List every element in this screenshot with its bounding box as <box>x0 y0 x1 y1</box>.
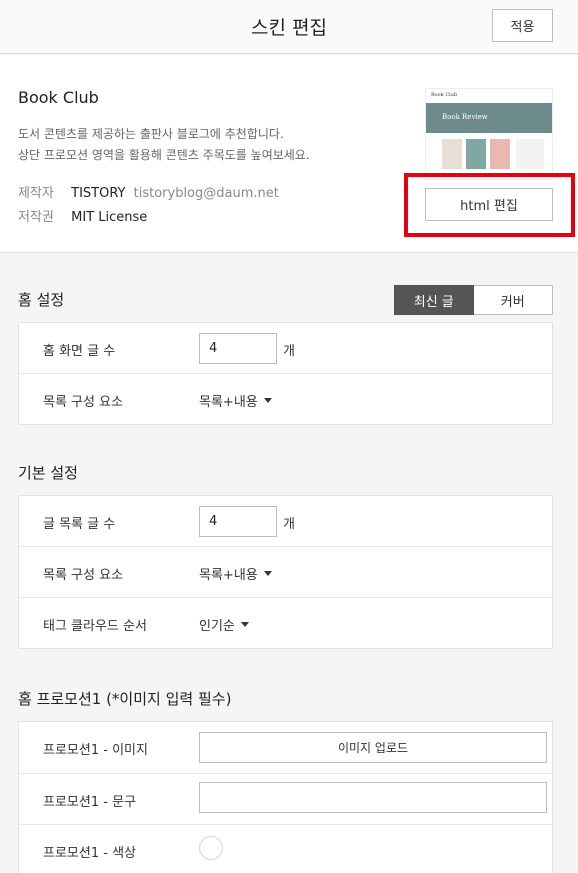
setting-row: 글 목록 글 수 4 개 <box>19 496 552 547</box>
thumbnail-sidebar <box>516 139 544 169</box>
setting-label: 홈 화면 글 수 <box>43 344 116 359</box>
thumbnail-topbar: Book Club <box>426 89 552 103</box>
select-value: 인기순 <box>199 619 235 634</box>
setting-row: 홈 화면 글 수 4 개 <box>19 323 552 374</box>
license-value: MIT License <box>71 210 148 225</box>
thumbnail-card <box>490 139 510 169</box>
html-edit-button[interactable]: html 편집 <box>425 188 553 221</box>
apply-button[interactable]: 적용 <box>492 9 553 42</box>
setting-label: 프로모션1 - 이미지 <box>43 743 148 758</box>
setting-row: 태그 클라우드 순서 인기순 <box>19 598 552 649</box>
promotion-text-input[interactable] <box>199 782 547 813</box>
skin-description: 도서 콘텐츠를 제공하는 출판사 블로그에 추천합니다. 상단 프로모션 영역을… <box>18 124 310 166</box>
setting-label: 목록 구성 요소 <box>43 395 124 410</box>
caret-down-icon <box>263 398 272 403</box>
list-post-count-input[interactable]: 4 <box>199 506 277 537</box>
author-row: 제작자 TISTORY tistoryblog@daum.net <box>18 182 279 201</box>
home-settings-panel: 홈 화면 글 수 4 개 목록 구성 요소 목록+내용 <box>18 322 553 425</box>
unit-label: 개 <box>283 344 295 359</box>
tab-latest-posts[interactable]: 최신 글 <box>394 285 474 315</box>
setting-label: 프로모션1 - 문구 <box>43 795 136 810</box>
color-picker[interactable] <box>199 836 223 860</box>
unit-label: 개 <box>283 517 295 532</box>
setting-label: 태그 클라우드 순서 <box>43 619 147 634</box>
home-settings-title: 홈 설정 <box>18 291 65 309</box>
list-component-select[interactable]: 목록+내용 <box>199 391 272 410</box>
list-component-select[interactable]: 목록+내용 <box>199 564 272 583</box>
skin-name: Book Club <box>18 88 99 107</box>
thumbnail-card <box>466 139 486 169</box>
license-label: 저작권 <box>18 210 54 225</box>
setting-row: 프로모션1 - 문구 <box>19 774 552 825</box>
select-value: 목록+내용 <box>199 568 258 583</box>
setting-label: 목록 구성 요소 <box>43 568 124 583</box>
thumbnail-hero-text: Book Review <box>442 113 488 121</box>
select-value: 목록+내용 <box>199 395 258 410</box>
tag-cloud-order-select[interactable]: 인기순 <box>199 615 249 634</box>
caret-down-icon <box>240 622 249 627</box>
thumbnail-card <box>442 139 462 169</box>
skin-description-line-1: 도서 콘텐츠를 제공하는 출판사 블로그에 추천합니다. <box>18 127 284 141</box>
author-email: tistoryblog@daum.net <box>133 186 279 201</box>
setting-label: 프로모션1 - 색상 <box>43 846 136 861</box>
setting-label: 글 목록 글 수 <box>43 517 116 532</box>
basic-settings-panel: 글 목록 글 수 4 개 목록 구성 요소 목록+내용 태그 클라우드 순서 인… <box>18 495 553 649</box>
skin-info-panel: Book Club 도서 콘텐츠를 제공하는 출판사 블로그에 추천합니다. 상… <box>0 55 578 253</box>
license-row: 저작권 MIT License <box>18 206 147 225</box>
setting-row: 프로모션1 - 이미지 이미지 업로드 <box>19 722 552 774</box>
tab-cover[interactable]: 커버 <box>473 285 553 315</box>
promotion-title: 홈 프로모션1 (*이미지 입력 필수) <box>18 690 232 708</box>
skin-thumbnail: Book Club Book Review <box>425 88 553 180</box>
author-name: TISTORY <box>71 186 126 201</box>
promotion-panel: 프로모션1 - 이미지 이미지 업로드 프로모션1 - 문구 프로모션1 - 색… <box>18 721 553 873</box>
setting-row: 목록 구성 요소 목록+내용 <box>19 374 552 425</box>
thumbnail-hero: Book Review <box>426 103 552 133</box>
home-post-count-input[interactable]: 4 <box>199 333 277 364</box>
setting-row: 목록 구성 요소 목록+내용 <box>19 547 552 598</box>
basic-settings-title: 기본 설정 <box>18 464 78 482</box>
home-mode-toggle: 최신 글 커버 <box>394 285 553 315</box>
image-upload-button[interactable]: 이미지 업로드 <box>199 732 547 763</box>
setting-row: 프로모션1 - 색상 <box>19 825 552 873</box>
thumbnail-logo: Book Club <box>431 92 458 98</box>
skin-description-line-2: 상단 프로모션 영역을 활용해 콘텐츠 주목도를 높여보세요. <box>18 148 310 162</box>
author-label: 제작자 <box>18 186 54 201</box>
caret-down-icon <box>263 571 272 576</box>
header: 스킨 편집 적용 <box>0 0 578 54</box>
